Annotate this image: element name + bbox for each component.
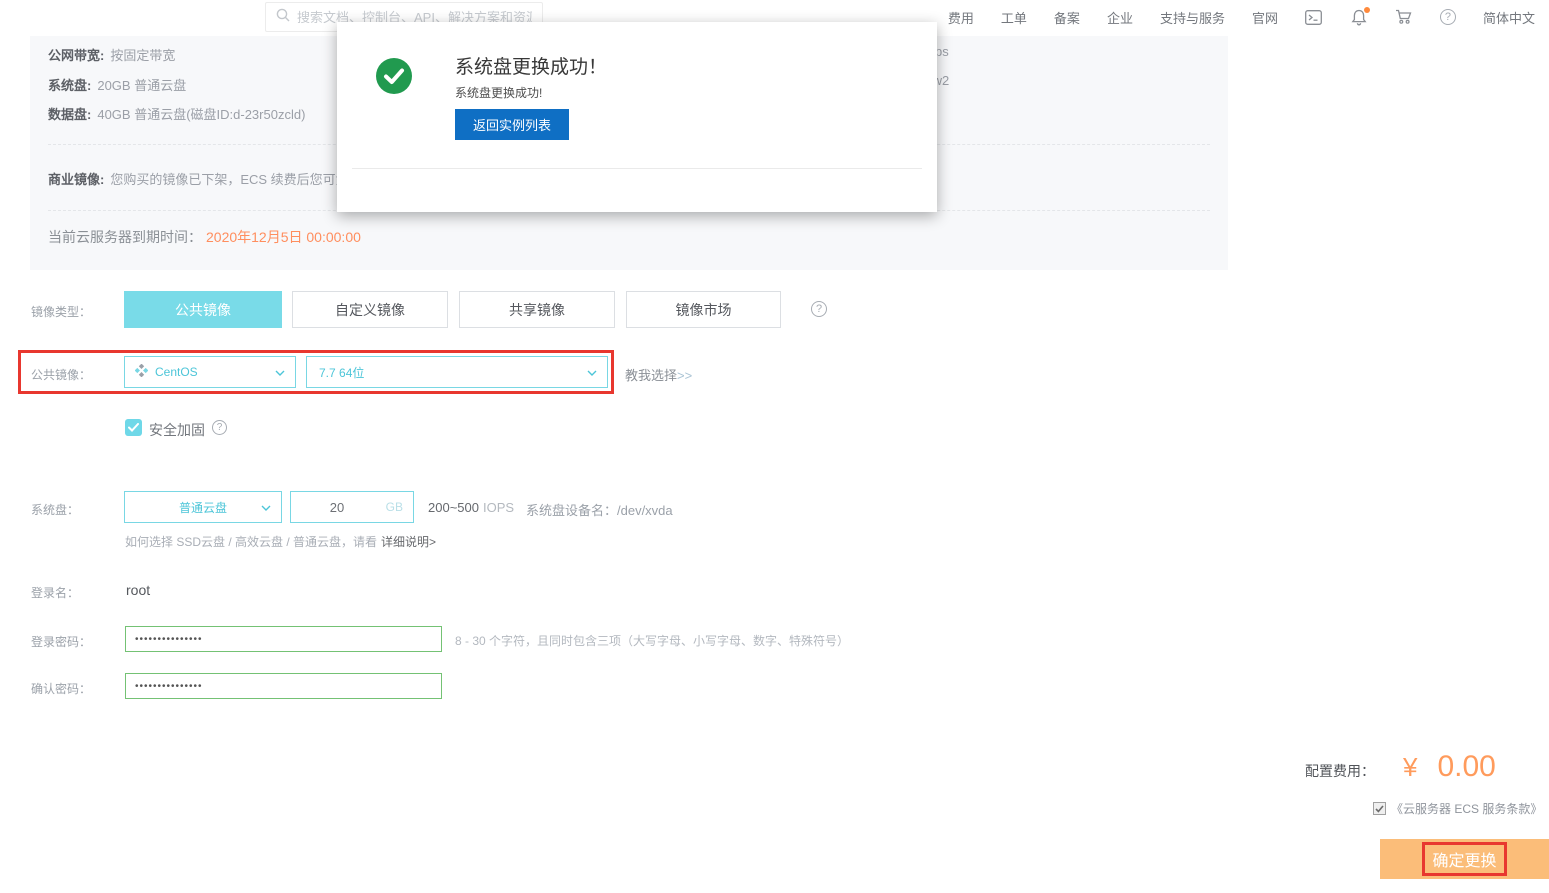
- teach-me-arrows: >>: [677, 368, 693, 383]
- centos-logo-icon: [134, 363, 149, 380]
- os-version-select[interactable]: 7.7 64位: [306, 356, 608, 388]
- fee-row: 配置费用： ¥ 0.00: [1305, 750, 1496, 784]
- system-disk-label: 系统盘：: [31, 503, 80, 517]
- confirm-password-input[interactable]: [126, 674, 441, 698]
- row-value: 20GB 普通云盘: [97, 78, 187, 93]
- tab-image-marketplace[interactable]: 镜像市场: [626, 291, 781, 328]
- iops-range: 200~500: [428, 500, 479, 515]
- os-version-value: 7.7 64位: [319, 365, 365, 380]
- disk-size-field: GB: [290, 491, 414, 523]
- language-selector[interactable]: 简体中文: [1483, 8, 1535, 27]
- summary-row-data-disk: 数据盘: 40GB 普通云盘(磁盘ID:d-23r50zcld): [48, 104, 305, 123]
- help-icon[interactable]: ?: [1439, 9, 1456, 25]
- security-hardening-label: 安全加固: [149, 422, 205, 438]
- expiration-value: 2020年12月5日 00:00:00: [206, 229, 361, 245]
- login-name-label: 登录名：: [31, 586, 80, 600]
- notification-dot: [1363, 7, 1370, 13]
- confirm-change-label: 确定更换: [1422, 842, 1507, 876]
- fee-amount: 0.00: [1437, 750, 1496, 783]
- public-image-label: 公共镜像：: [31, 368, 92, 382]
- console-icon[interactable]: [1305, 8, 1323, 26]
- nav-website[interactable]: 官网: [1252, 8, 1278, 27]
- image-type-label: 镜像类型：: [31, 305, 92, 319]
- clipped-text: ps: [935, 44, 949, 59]
- row-value: 40GB 普通云盘(磁盘ID:d-23r50zcld): [97, 107, 306, 122]
- disk-hint-text: 如何选择 SSD云盘 / 高效云盘 / 普通云盘，请看: [125, 535, 378, 549]
- teach-me-link[interactable]: 教我选择>>: [625, 365, 692, 384]
- nav-enterprise[interactable]: 企业: [1107, 8, 1133, 27]
- cart-icon[interactable]: [1395, 8, 1413, 26]
- security-help-icon[interactable]: ?: [212, 420, 227, 435]
- search-icon: [276, 8, 290, 27]
- terms-link[interactable]: 《云服务器 ECS 服务条款》: [1391, 800, 1542, 817]
- modal-divider: [352, 168, 922, 169]
- password-label: 登录密码：: [31, 635, 92, 649]
- password-field: [125, 626, 442, 652]
- disk-device-info: 系统盘设备名：/dev/xvda: [526, 503, 673, 518]
- chevron-down-icon: [261, 500, 271, 514]
- expiration-row: 当前云服务器到期时间： 2020年12月5日 00:00:00: [48, 227, 361, 247]
- os-select[interactable]: CentOS: [124, 356, 296, 388]
- row-label: 商业镜像:: [48, 172, 105, 187]
- chevron-down-icon: [587, 365, 597, 379]
- disk-type-value: 普通云盘: [178, 500, 227, 515]
- summary-row-system-disk: 系统盘: 20GB 普通云盘: [48, 75, 186, 94]
- top-nav: 费用 工单 备案 企业 支持与服务 官网 ? 简体中文: [948, 0, 1535, 34]
- confirm-password-label: 确认密码：: [31, 682, 92, 696]
- disk-detail-link[interactable]: 详细说明>: [381, 535, 436, 549]
- bell-icon[interactable]: [1350, 7, 1370, 26]
- fee-label: 配置费用：: [1305, 763, 1375, 779]
- password-input[interactable]: [126, 627, 441, 651]
- modal-message: 系统盘更换成功!: [455, 86, 543, 100]
- nav-billing[interactable]: 费用: [948, 8, 974, 27]
- tab-shared-image[interactable]: 共享镜像: [459, 291, 615, 328]
- confirm-password-field: [125, 673, 442, 699]
- image-type-help-icon[interactable]: ?: [811, 301, 827, 317]
- login-name-value: root: [126, 582, 151, 598]
- nav-support[interactable]: 支持与服务: [1160, 8, 1225, 27]
- row-value: 按固定带宽: [110, 48, 176, 63]
- row-label: 公网带宽:: [48, 48, 105, 63]
- success-check-icon: [376, 58, 412, 94]
- chevron-down-icon: [275, 365, 285, 379]
- teach-me-text: 教我选择: [625, 368, 678, 383]
- row-label: 系统盘:: [48, 78, 92, 93]
- row-value: 您购买的镜像已下架，ECS 续费后您可免费: [110, 172, 362, 187]
- back-to-instances-button[interactable]: 返回实例列表: [455, 109, 570, 140]
- terms-checkbox[interactable]: [1373, 802, 1386, 815]
- tab-public-image[interactable]: 公共镜像: [124, 291, 282, 328]
- confirm-change-button[interactable]: 确定更换: [1380, 839, 1549, 879]
- terms-row: 《云服务器 ECS 服务条款》: [1373, 800, 1542, 817]
- modal-title: 系统盘更换成功！: [455, 57, 608, 78]
- disk-hint: 如何选择 SSD云盘 / 高效云盘 / 普通云盘，请看 详细说明>: [125, 533, 436, 550]
- currency-symbol: ¥: [1403, 752, 1418, 782]
- success-modal: 系统盘更换成功！ 系统盘更换成功! 返回实例列表: [337, 22, 937, 212]
- disk-size-unit: GB: [385, 500, 403, 514]
- disk-type-select[interactable]: 普通云盘: [124, 491, 282, 523]
- os-select-value: CentOS: [155, 365, 198, 379]
- iops-unit: IOPS: [482, 500, 515, 515]
- iops-info: 200~500 IOPS: [428, 500, 514, 515]
- security-hardening-checkbox[interactable]: [125, 419, 142, 436]
- nav-tickets[interactable]: 工单: [1001, 8, 1027, 27]
- password-hint: 8 - 30 个字符，且同时包含三项（大写字母、小写字母、数字、特殊符号）: [455, 634, 850, 648]
- row-label: 数据盘:: [48, 107, 92, 122]
- tab-custom-image[interactable]: 自定义镜像: [292, 291, 448, 328]
- expiration-label: 当前云服务器到期时间：: [48, 229, 202, 245]
- nav-icp[interactable]: 备案: [1054, 8, 1080, 27]
- summary-row-bandwidth: 公网带宽: 按固定带宽: [48, 45, 175, 64]
- summary-row-marketplace-image: 商业镜像: 您购买的镜像已下架，ECS 续费后您可免费: [48, 169, 362, 188]
